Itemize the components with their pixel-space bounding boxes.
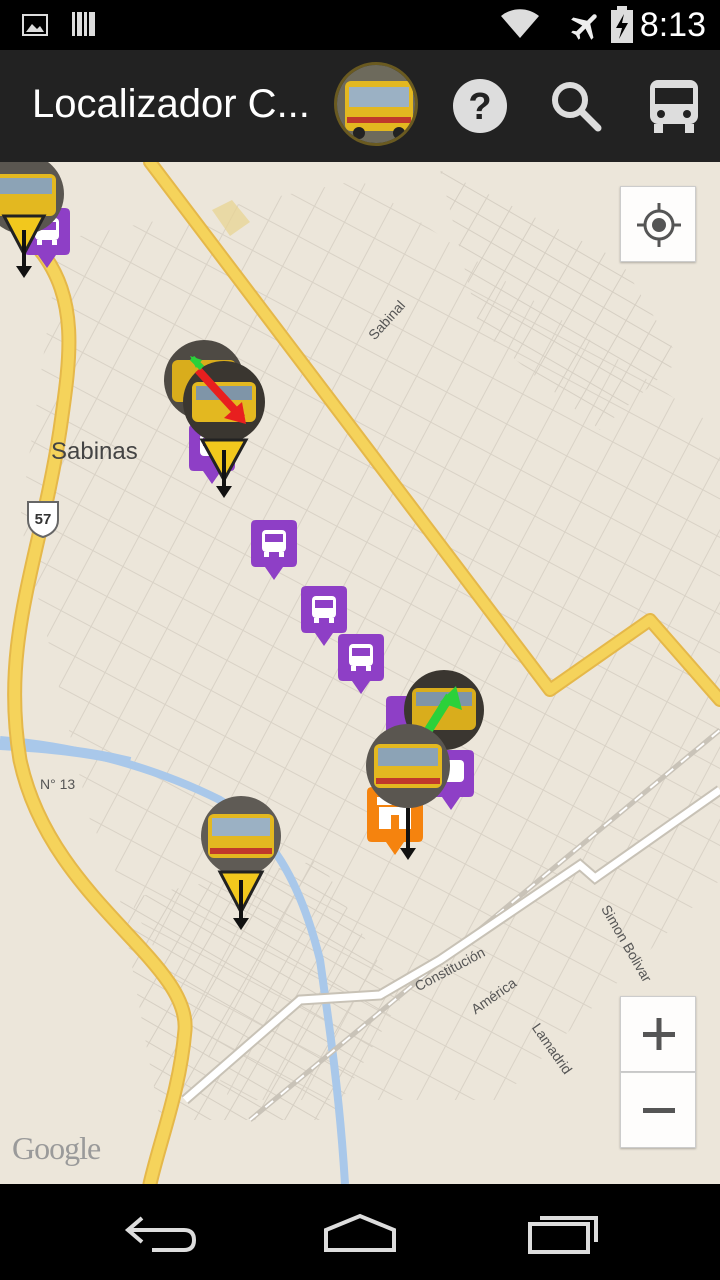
bus-vehicle-marker-moving[interactable] [162, 340, 272, 502]
status-bar: 8:13 [0, 0, 720, 50]
zoom-out-button[interactable] [620, 1072, 696, 1148]
zoom-in-button[interactable] [620, 996, 696, 1072]
bus-vehicle-marker-moving[interactable] [364, 668, 488, 864]
image-icon [22, 14, 48, 36]
bus-vehicle-marker[interactable] [198, 794, 284, 930]
back-icon[interactable] [112, 1206, 212, 1258]
app-logo-avatar[interactable] [334, 62, 418, 146]
search-icon[interactable] [544, 74, 608, 138]
navigation-bar [0, 1184, 720, 1280]
bus-stop-marker[interactable] [251, 520, 297, 582]
svg-text:57: 57 [35, 511, 52, 528]
svg-text:?: ? [468, 86, 491, 128]
battery-charging-icon [611, 6, 633, 43]
barcode-icon [72, 12, 95, 36]
city-label: Sabinas [51, 438, 138, 465]
airplane-icon [571, 14, 597, 40]
action-bar: Localizador C... ? [0, 50, 720, 162]
my-location-icon [637, 203, 681, 247]
recents-icon[interactable] [514, 1206, 614, 1258]
street-label-n13: N° 13 [40, 776, 76, 792]
my-location-button[interactable] [620, 186, 696, 262]
home-icon[interactable] [310, 1206, 410, 1258]
status-time: 8:13 [639, 6, 706, 44]
route-shield-57: 57 [27, 501, 59, 539]
map-view[interactable]: 57 Sabinas Sabinal N° 13 Constitución Am… [0, 162, 720, 1184]
help-icon[interactable]: ? [448, 74, 512, 138]
plus-icon [643, 1018, 675, 1050]
google-attribution: Google [12, 1130, 101, 1166]
bus-icon[interactable] [642, 74, 706, 138]
wifi-icon [501, 9, 539, 39]
app-title: Localizador C... [32, 82, 310, 126]
minus-icon [643, 1108, 675, 1113]
bus-vehicle-marker[interactable] [0, 162, 66, 284]
